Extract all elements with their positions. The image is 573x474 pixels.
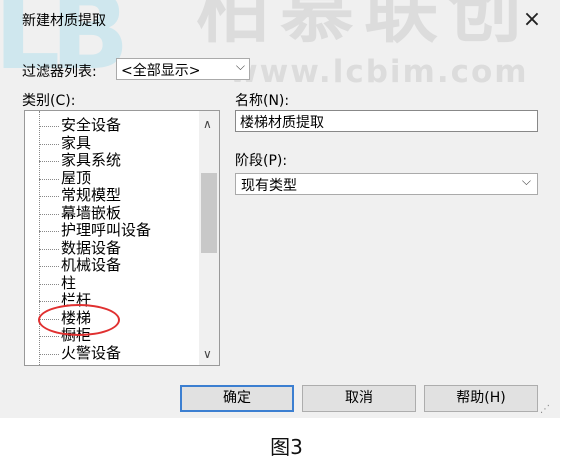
filter-list-select[interactable]: <全部显示> ⌵	[116, 58, 250, 80]
tree-branch-line	[39, 283, 59, 285]
resize-grip-icon[interactable]: ⋰	[540, 404, 550, 415]
category-list-item[interactable]: 数据设备	[61, 239, 121, 257]
tree-branch-line	[39, 213, 59, 215]
scroll-up-arrow-icon[interactable]: ∧	[203, 117, 212, 131]
tree-branch-line	[39, 143, 59, 145]
category-list-item[interactable]: 机械设备	[61, 257, 121, 274]
new-material-takeoff-dialog: LB 柏慕联创 www.lcbim.com 新建材质提取 × 过滤器列表: <全…	[0, 0, 560, 418]
phase-value: 现有类型	[241, 178, 297, 194]
category-list-item[interactable]: 屋顶	[61, 169, 91, 187]
category-list-item[interactable]: 家具	[61, 134, 91, 152]
tree-branch-line	[39, 353, 59, 355]
tree-line	[39, 111, 40, 365]
phase-label: 阶段(P):	[235, 153, 288, 169]
highlight-circle	[38, 304, 120, 336]
ok-button[interactable]: 确定	[180, 385, 294, 412]
category-list-item[interactable]: 护理呼叫设备	[61, 222, 151, 239]
name-label: 名称(N):	[235, 93, 290, 109]
tree-branch-line	[39, 178, 59, 180]
category-list-item[interactable]: 家具系统	[61, 152, 121, 169]
name-input[interactable]: 楼梯材质提取	[235, 110, 538, 132]
tree-branch-line	[39, 196, 59, 197]
watermark-url: www.lcbim.com	[229, 54, 529, 90]
watermark-chinese: 柏慕联创	[196, 0, 532, 53]
help-button[interactable]: 帮助(H)	[424, 385, 538, 412]
category-list-item[interactable]: 火警设备	[61, 344, 121, 362]
cancel-button[interactable]: 取消	[302, 385, 416, 412]
tree-branch-line	[39, 161, 59, 162]
scroll-down-arrow-icon[interactable]: ∨	[203, 347, 212, 361]
tree-branch-line	[39, 266, 59, 267]
filter-list-value: <全部显示>	[121, 63, 201, 79]
dialog-title: 新建材质提取	[22, 13, 106, 29]
category-list-item[interactable]: 柱	[61, 274, 76, 292]
category-list-item[interactable]: 常规模型	[61, 187, 121, 204]
filter-list-label: 过滤器列表:	[22, 64, 97, 80]
scrollbar-thumb[interactable]	[201, 173, 217, 253]
close-button[interactable]: ×	[518, 6, 546, 34]
figure-caption: 图3	[270, 435, 303, 459]
tree-branch-line	[39, 231, 59, 232]
category-list-item[interactable]: 幕墙嵌板	[61, 204, 121, 222]
category-label: 类别(C):	[22, 93, 76, 109]
phase-select[interactable]: 现有类型 ⌵	[235, 173, 538, 195]
chevron-down-icon: ⌵	[521, 174, 531, 188]
tree-branch-line	[39, 248, 59, 250]
chevron-down-icon: ⌵	[235, 59, 245, 73]
tree-branch-line	[39, 126, 59, 127]
tree-branch-line	[39, 301, 59, 302]
category-list-item[interactable]: 安全设备	[61, 117, 121, 134]
tree-branch-line	[39, 336, 59, 337]
